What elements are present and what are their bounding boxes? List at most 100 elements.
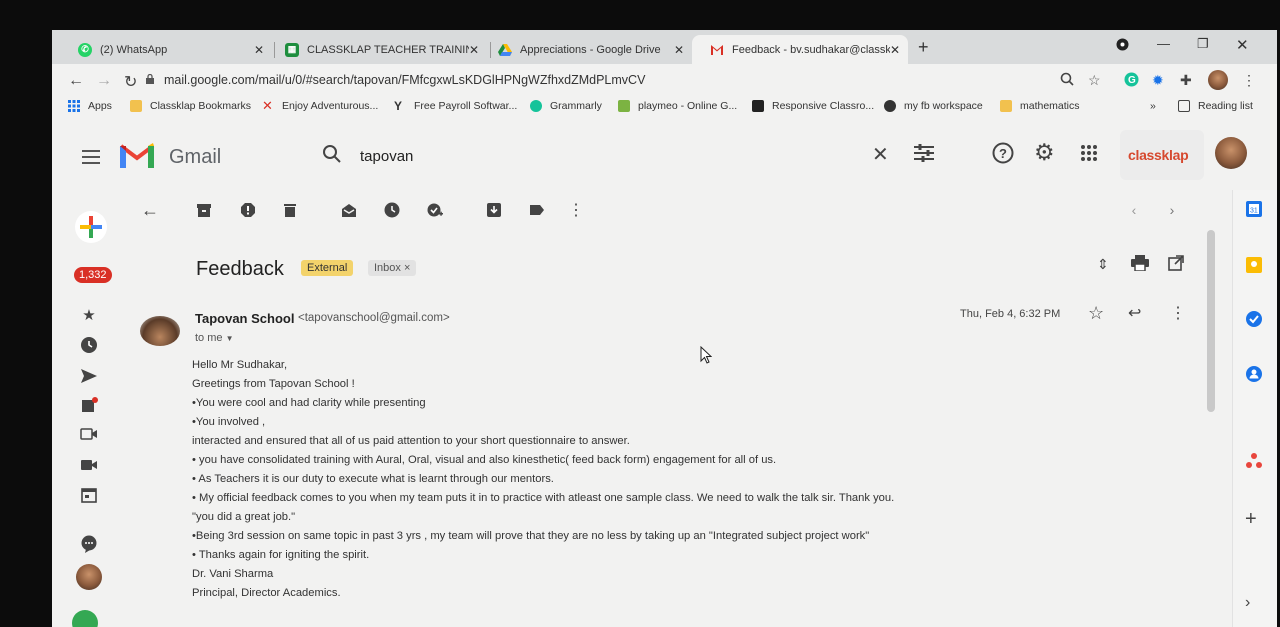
bookmark-mathematics[interactable]: mathematics <box>1000 100 1080 112</box>
more-bookmarks-button[interactable]: » <box>1150 100 1156 112</box>
older-chevron-icon[interactable]: › <box>1164 202 1180 218</box>
tasks-icon[interactable] <box>1245 310 1263 328</box>
starred-icon[interactable]: ★ <box>80 306 98 324</box>
show-panel-chevron-icon[interactable]: › <box>1245 594 1263 612</box>
open-new-window-icon[interactable] <box>1168 255 1184 271</box>
bookmark-payroll[interactable]: Y Free Payroll Softwar... <box>394 100 517 112</box>
close-icon[interactable]: ✕ <box>469 43 479 57</box>
bookmark-responsive[interactable]: Responsive Classro... <box>752 100 874 112</box>
search-options-icon[interactable] <box>914 144 934 162</box>
sender-name[interactable]: Tapovan School <box>195 311 294 326</box>
workplace-icon <box>884 100 896 112</box>
bookmark-playmeo[interactable]: playmeo - Online G... <box>618 100 737 112</box>
bookmark-classklap[interactable]: Classklap Bookmarks <box>130 100 251 112</box>
reload-icon[interactable]: ↻ <box>124 72 137 92</box>
delete-trash-icon[interactable] <box>282 202 298 218</box>
more-actions-icon[interactable]: ⋮ <box>568 202 584 219</box>
sent-icon[interactable] <box>80 367 98 385</box>
calendar-app-icon[interactable]: 31 <box>1245 200 1263 218</box>
main-menu-icon[interactable] <box>82 150 100 168</box>
profile-avatar[interactable] <box>1208 70 1228 90</box>
account-avatar[interactable] <box>1215 137 1247 169</box>
sender-avatar[interactable] <box>140 316 180 346</box>
chat-bubble-icon[interactable] <box>80 535 98 553</box>
bookmark-fb-workspace[interactable]: my fb workspace <box>884 100 983 112</box>
gmail-logo-icon[interactable] <box>119 142 155 170</box>
add-to-tasks-icon[interactable] <box>427 202 443 218</box>
report-spam-icon[interactable] <box>240 202 256 218</box>
search-icon[interactable] <box>322 144 342 164</box>
label-inbox[interactable]: Inbox × <box>368 260 417 276</box>
restore-button[interactable]: ❐ <box>1197 36 1209 52</box>
contacts-icon[interactable] <box>1245 365 1263 383</box>
help-icon[interactable]: ? <box>992 142 1014 164</box>
bookmark-apps[interactable]: Apps <box>68 100 112 112</box>
apps-grid-icon <box>68 100 80 112</box>
addon-icon[interactable] <box>1245 452 1263 470</box>
newer-chevron-icon[interactable]: ‹ <box>1126 202 1142 218</box>
tab-whatsapp[interactable]: ✆ (2) WhatsApp ✕ <box>60 35 272 64</box>
tab-google-drive[interactable]: Appreciations - Google Drive ✕ <box>480 35 692 64</box>
reading-list-button[interactable]: Reading list <box>1178 100 1253 112</box>
back-arrow-icon[interactable]: ← <box>68 72 84 90</box>
back-to-list-icon[interactable]: ← <box>141 200 159 220</box>
grammarly-ext-icon[interactable]: G <box>1124 72 1139 90</box>
print-icon[interactable] <box>1131 255 1149 271</box>
search-input[interactable] <box>360 148 660 165</box>
close-icon[interactable]: ✕ <box>254 43 264 57</box>
star-bookmark-icon[interactable]: ☆ <box>1088 72 1101 89</box>
gear-ext-icon[interactable]: ✹ <box>1152 72 1164 89</box>
tab-label: CLASSKLAP TEACHER TRAINING <box>307 43 469 56</box>
new-tab-button[interactable]: + <box>918 37 929 58</box>
y-logo-icon: Y <box>394 99 403 113</box>
recipient-label: to me <box>195 332 223 344</box>
settings-gear-icon[interactable]: ⚙ <box>1034 139 1055 166</box>
classklap-logo-text: classklap <box>1128 147 1189 163</box>
scrollbar[interactable] <box>1207 230 1215 412</box>
keep-notes-icon[interactable] <box>1245 256 1263 274</box>
zoom-icon[interactable] <box>1060 72 1074 89</box>
snoozed-icon[interactable] <box>80 336 98 354</box>
extensions-puzzle-icon[interactable]: ✚ <box>1180 72 1192 89</box>
bookmark-grammarly[interactable]: Grammarly <box>530 100 602 112</box>
expand-all-icon[interactable]: ⇕ <box>1097 256 1109 273</box>
profile-dot-icon[interactable] <box>1116 38 1129 54</box>
gmail-wordmark[interactable]: Gmail <box>169 146 221 169</box>
move-to-icon[interactable] <box>486 202 502 218</box>
close-window-button[interactable]: ✕ <box>1236 36 1249 54</box>
new-meeting-icon[interactable] <box>80 456 98 474</box>
google-apps-icon[interactable] <box>1080 144 1098 162</box>
reply-icon[interactable]: ↩ <box>1128 303 1141 323</box>
lock-icon[interactable] <box>146 74 154 84</box>
body-line: • Thanks again for igniting the spirit. <box>192 549 370 561</box>
tab-classklap-training[interactable]: ▦ CLASSKLAP TEACHER TRAINING ✕ <box>267 35 487 64</box>
drafts-icon[interactable] <box>80 396 98 414</box>
browser-menu-icon[interactable]: ⋮ <box>1242 72 1256 89</box>
archive-icon[interactable] <box>196 202 212 218</box>
compose-plus-icon[interactable] <box>74 210 108 244</box>
chat-contact-avatar[interactable] <box>76 564 102 590</box>
label-tag-icon[interactable] <box>529 202 545 218</box>
message-more-icon[interactable]: ⋮ <box>1170 303 1186 323</box>
meet-video-icon[interactable] <box>80 425 98 443</box>
star-message-icon[interactable]: ☆ <box>1088 303 1104 324</box>
contact-avatar-s[interactable] <box>72 610 98 627</box>
reading-list-label: Reading list <box>1198 100 1253 112</box>
close-icon[interactable]: ✕ <box>674 43 684 57</box>
minimize-button[interactable]: — <box>1157 36 1170 51</box>
url-field[interactable]: mail.google.com/mail/u/0/#search/tapovan… <box>164 73 645 87</box>
calendar-icon[interactable] <box>80 486 98 504</box>
close-icon[interactable]: ✕ <box>890 43 900 57</box>
classklap-account-logo[interactable]: classklap <box>1120 130 1204 180</box>
clear-search-icon[interactable]: ✕ <box>872 142 889 167</box>
inbox-unread-badge[interactable]: 1,332 <box>74 267 112 283</box>
side-panel: 31 + › <box>1232 190 1277 627</box>
screen: ✆ (2) WhatsApp ✕ ▦ CLASSKLAP TEACHER TRA… <box>52 30 1277 627</box>
mark-unread-icon[interactable] <box>341 202 357 218</box>
snooze-clock-icon[interactable] <box>384 202 400 218</box>
recipient-details[interactable]: to me ▼ <box>195 332 234 344</box>
forward-arrow-icon[interactable]: → <box>96 72 112 90</box>
bookmark-enjoy-adventurous[interactable]: ✕ Enjoy Adventurous... <box>262 99 378 112</box>
get-addons-plus-icon[interactable]: + <box>1245 509 1263 529</box>
tab-feedback-gmail[interactable]: Feedback - bv.sudhakar@classkl ✕ <box>692 35 908 64</box>
